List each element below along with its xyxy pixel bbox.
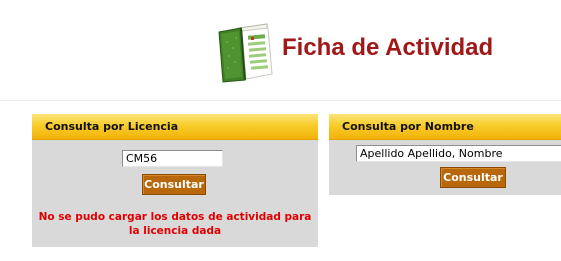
consultar-licencia-button[interactable]: Consultar bbox=[142, 174, 206, 195]
page-title: Ficha de Actividad bbox=[282, 34, 494, 61]
licencia-panel: Consulta por Licencia Consultar No se pu… bbox=[32, 114, 318, 247]
nombre-panel: Consulta por Nombre Consultar bbox=[329, 114, 561, 195]
licencia-input[interactable] bbox=[122, 150, 223, 167]
book-document-icon bbox=[217, 22, 277, 84]
nombre-panel-title: Consulta por Nombre bbox=[329, 114, 561, 140]
consultar-nombre-button[interactable]: Consultar bbox=[440, 167, 506, 188]
nombre-input[interactable] bbox=[356, 145, 561, 162]
page: Ficha de Actividad Consulta por Licencia… bbox=[0, 0, 561, 261]
header-divider bbox=[0, 100, 561, 101]
error-message: No se pudo cargar los datos de actividad… bbox=[38, 211, 312, 237]
licencia-panel-title: Consulta por Licencia bbox=[32, 114, 318, 140]
